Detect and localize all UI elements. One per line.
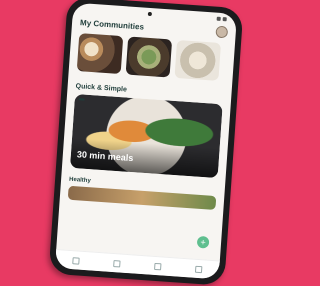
home-icon (72, 256, 80, 265)
community-tile[interactable] (174, 39, 222, 83)
status-icons (216, 16, 227, 22)
nav-item-discover[interactable] (113, 259, 121, 268)
community-image (76, 33, 124, 75)
community-tile[interactable] (76, 33, 124, 76)
hero-card[interactable]: 30 min meals (69, 93, 223, 179)
community-image (174, 39, 222, 81)
avatar[interactable] (215, 25, 229, 39)
community-image (125, 36, 173, 78)
signal-icon (216, 16, 221, 21)
add-button[interactable]: + (196, 235, 210, 249)
app-screen: My Communities Quick & Simple 30 min mea… (54, 2, 238, 280)
camera-icon (147, 11, 153, 17)
nav-item-home[interactable] (72, 256, 80, 265)
discover-icon (113, 259, 121, 268)
battery-icon (222, 17, 227, 22)
hero-badge (78, 98, 85, 101)
phone-frame: My Communities Quick & Simple 30 min mea… (48, 0, 244, 286)
bottom-nav (54, 249, 220, 280)
community-tile[interactable] (125, 36, 173, 80)
